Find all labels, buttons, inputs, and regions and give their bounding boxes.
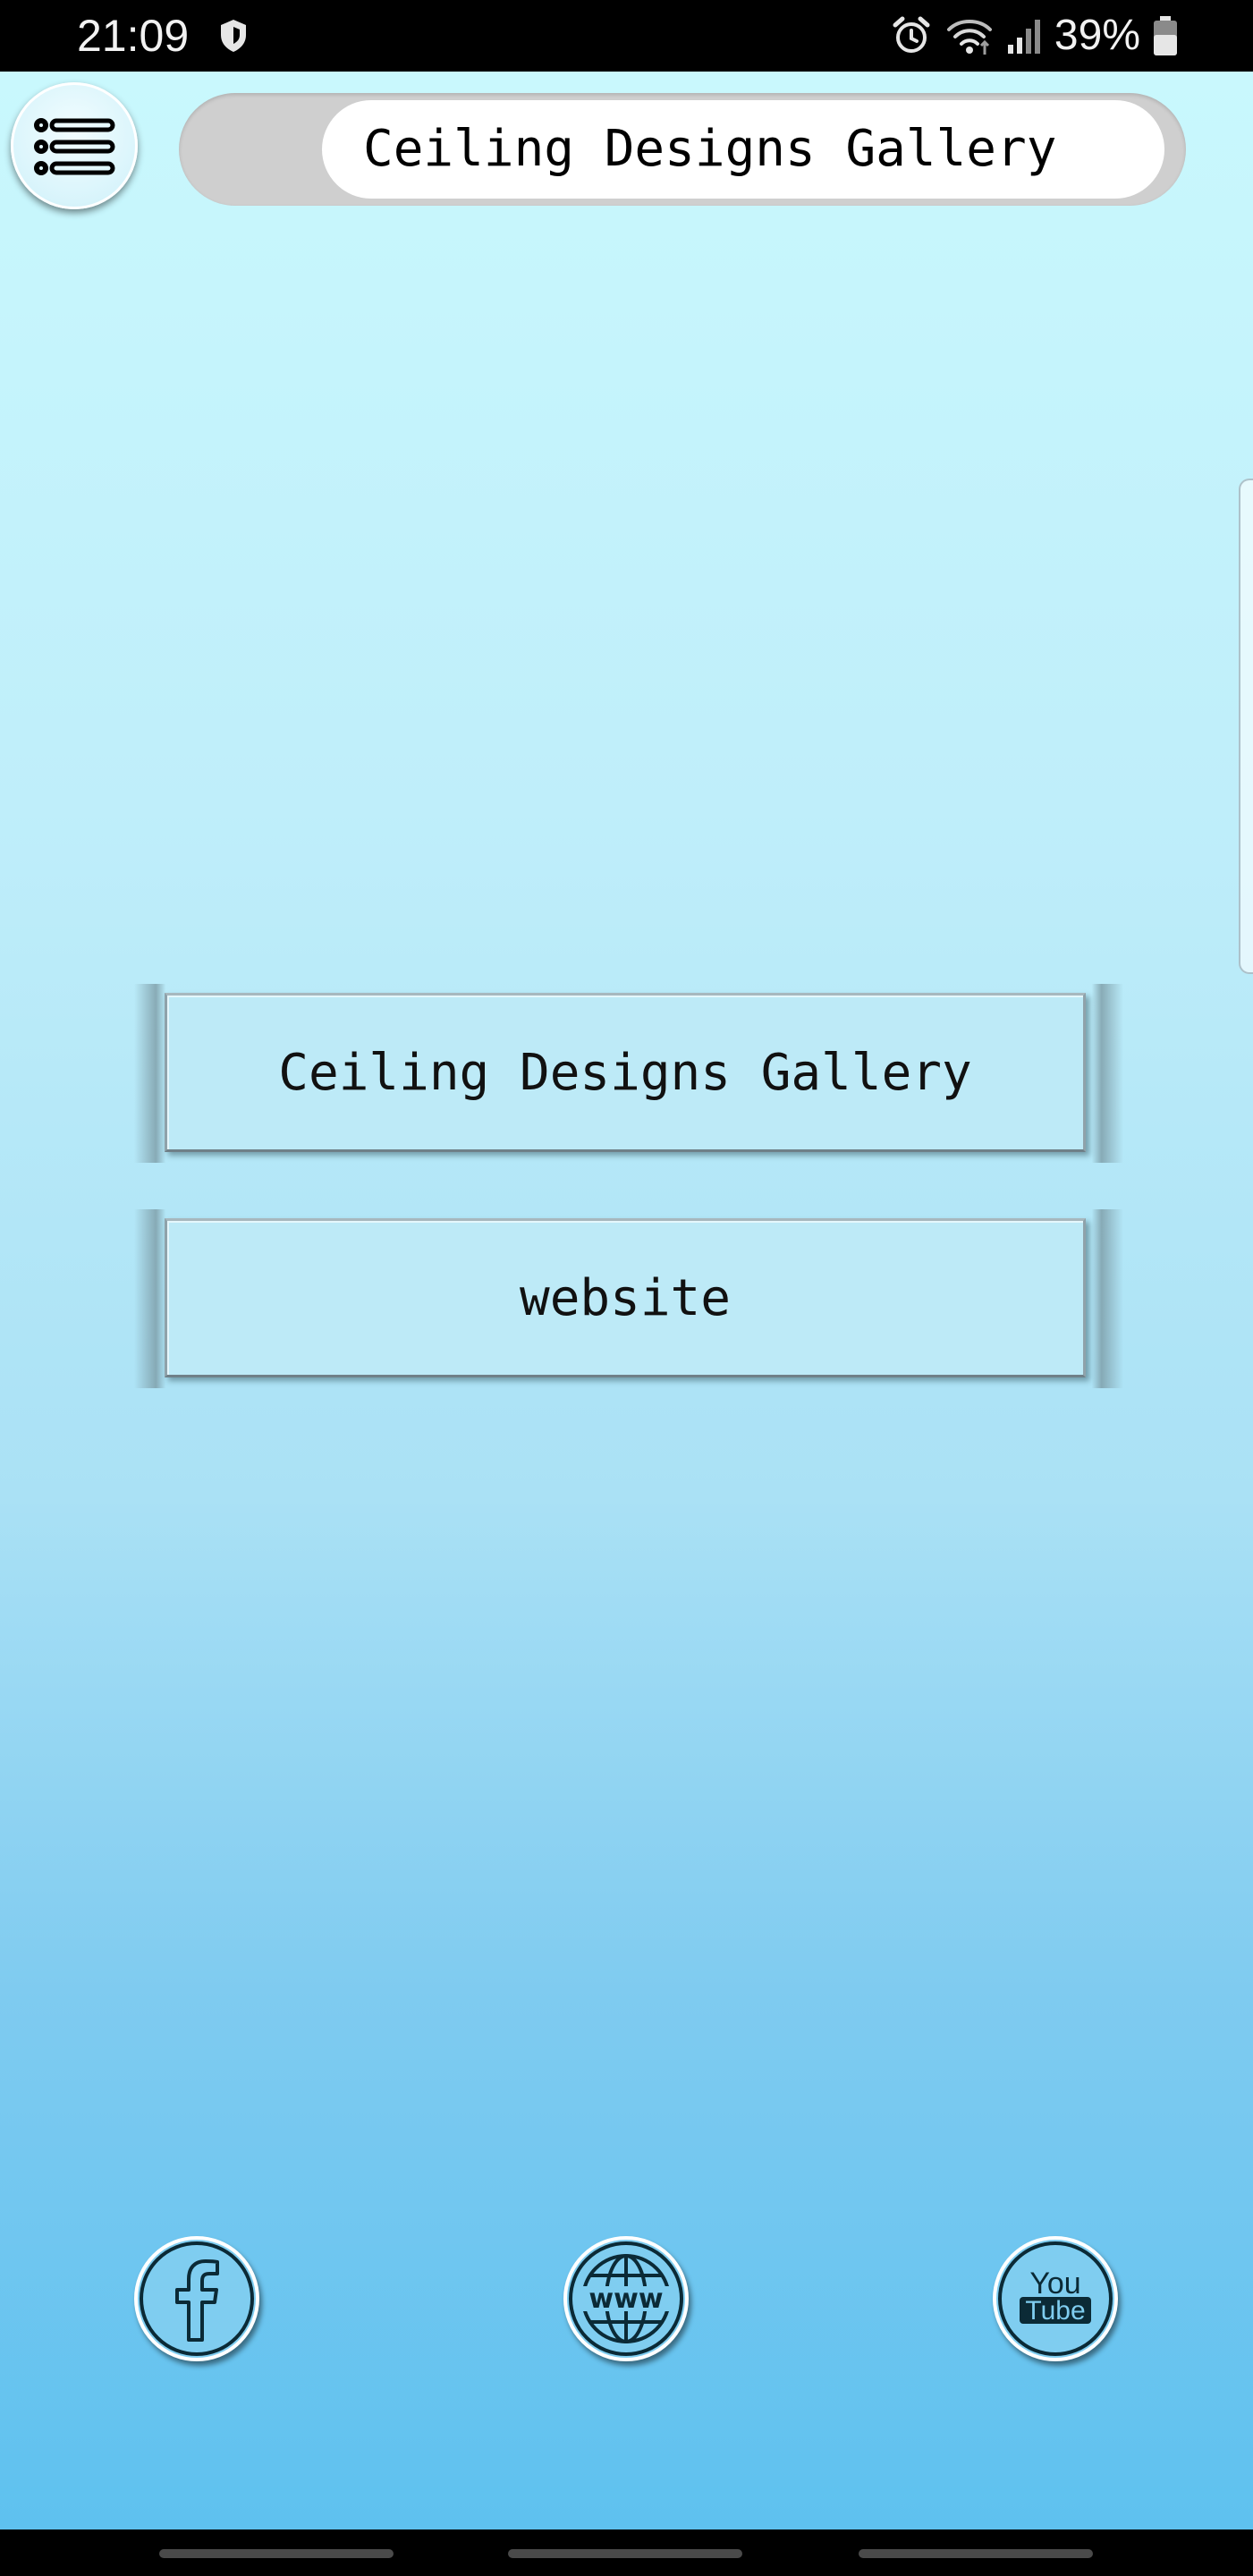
status-icons: 39% [890,9,1178,63]
website-globe-button[interactable]: www [563,2236,689,2361]
nav-back-button[interactable] [859,2549,1093,2558]
shield-icon [221,20,246,52]
battery-percent: 39% [1054,12,1140,59]
nav-home-button[interactable] [508,2549,742,2558]
gallery-button-label: Ceiling Designs Gallery [278,1043,972,1102]
edge-panel-handle[interactable] [1239,479,1253,974]
website-button-label: website [519,1268,731,1327]
status-bar: 21:09 39% [0,0,1253,72]
youtube-icon: You Tube [1020,2267,1091,2326]
menu-button[interactable] [11,82,138,209]
website-button-face[interactable]: website [165,1218,1086,1377]
list-menu-icon [34,118,115,175]
battery-icon [1154,16,1177,55]
gallery-button[interactable]: Ceiling Designs Gallery [134,984,1123,1163]
title-field: Ceiling Designs Gallery [322,100,1164,199]
status-time: 21:09 [77,11,190,61]
wifi-icon [946,20,992,55]
youtube-tube-label: Tube [1025,2296,1085,2326]
signal-icon [1007,20,1040,54]
www-label: www [588,2284,663,2315]
page-title: Ceiling Designs Gallery [363,120,1057,178]
www-globe-icon: www [580,2254,673,2343]
app-content: Ceiling Designs Gallery Ceiling Designs … [0,72,1253,2529]
facebook-icon [175,2259,219,2342]
title-bar: Ceiling Designs Gallery [179,93,1186,206]
app-screen: 21:09 39% Ceiling Designs Gallery Ceilin… [0,0,1253,2576]
nav-recent-button[interactable] [159,2549,394,2558]
gallery-button-face[interactable]: Ceiling Designs Gallery [165,993,1086,1152]
website-button[interactable]: website [134,1209,1123,1388]
youtube-button[interactable]: You Tube [993,2236,1118,2361]
navigation-bar [0,2529,1253,2576]
alarm-icon [893,16,930,53]
facebook-button[interactable] [134,2236,259,2361]
